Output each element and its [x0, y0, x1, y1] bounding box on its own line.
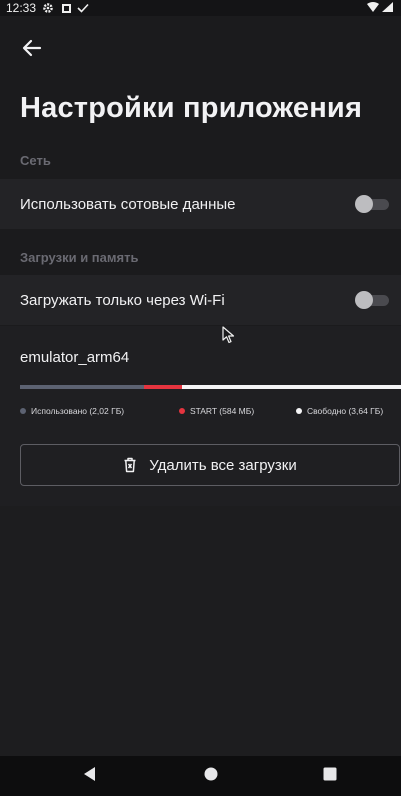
nav-home-icon — [204, 767, 218, 786]
legend-app-dot — [179, 408, 185, 414]
cellular-data-label: Использовать сотовые данные — [20, 195, 236, 213]
section-header-network: Сеть — [20, 153, 51, 168]
signal-icon — [382, 1, 393, 15]
legend-used-dot — [20, 408, 26, 414]
legend-free: Свободно (3,64 ГБ) — [296, 406, 383, 416]
nav-back-button[interactable] — [60, 756, 120, 796]
app-settings-screen: 12:33 Настройки приложения Сеть Использо… — [0, 0, 401, 796]
check-icon — [77, 3, 89, 13]
status-time: 12:33 — [6, 1, 37, 15]
wifi-only-setting[interactable]: Загружать только через Wi-Fi — [0, 275, 401, 325]
toggle-thumb — [355, 291, 373, 309]
storage-bar-free — [181, 385, 401, 389]
nav-recents-icon — [323, 767, 337, 786]
legend-app: START (584 МБ) — [179, 406, 254, 416]
delete-all-downloads-label: Удалить все загрузки — [149, 456, 297, 474]
empty-area — [0, 506, 401, 756]
nav-back-icon — [84, 766, 96, 786]
nav-recents-button[interactable] — [300, 756, 360, 796]
nav-home-button[interactable] — [181, 756, 241, 796]
page-title: Настройки приложения — [20, 92, 363, 124]
wifi-icon — [367, 1, 379, 15]
toggle-thumb — [355, 195, 373, 213]
storage-usage-bar — [20, 385, 401, 389]
legend-used-label: Использовано (2,02 ГБ) — [31, 406, 125, 416]
mouse-cursor-icon — [222, 326, 236, 349]
storage-bar-used — [20, 385, 144, 389]
storage-card: emulator_arm64 Использовано (2,02 ГБ) ST… — [0, 326, 401, 506]
wifi-only-label: Загружать только через Wi-Fi — [20, 291, 225, 309]
device-name: emulator_arm64 — [20, 349, 130, 366]
trash-icon — [123, 457, 137, 473]
status-right-icons — [367, 1, 393, 15]
back-button[interactable] — [12, 30, 52, 70]
storage-legend: Использовано (2,02 ГБ) START (584 МБ) Св… — [20, 406, 401, 420]
cellular-data-toggle[interactable] — [355, 195, 389, 213]
legend-free-label: Свободно (3,64 ГБ) — [307, 406, 384, 416]
gear-icon — [42, 2, 54, 14]
notification-square-icon — [62, 3, 72, 13]
arrow-left-icon — [22, 39, 42, 62]
legend-free-dot — [296, 408, 302, 414]
cellular-data-setting[interactable]: Использовать сотовые данные — [0, 179, 401, 229]
delete-all-downloads-button[interactable]: Удалить все загрузки — [20, 444, 400, 486]
storage-bar-app — [143, 385, 182, 389]
legend-app-label: START (584 МБ) — [190, 406, 255, 416]
section-header-downloads: Загрузки и память — [20, 250, 139, 265]
wifi-only-toggle[interactable] — [355, 291, 389, 309]
legend-used: Использовано (2,02 ГБ) — [20, 406, 124, 416]
system-nav-bar — [0, 756, 401, 796]
status-bar: 12:33 — [0, 0, 401, 16]
